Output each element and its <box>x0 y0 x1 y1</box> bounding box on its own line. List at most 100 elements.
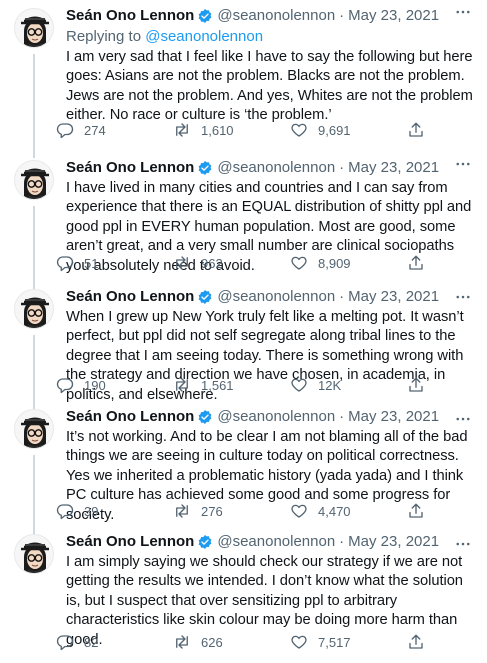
tweet-text: I am very sad that I feel like I have to… <box>66 49 473 124</box>
thread-connector-line <box>33 206 35 291</box>
avatar[interactable] <box>14 160 54 200</box>
tweet-date[interactable]: May 23, 2021 <box>348 6 439 26</box>
retweet-icon <box>173 254 191 272</box>
more-options-icon[interactable] <box>453 154 473 174</box>
heart-icon <box>290 254 308 272</box>
thread-connector-line <box>33 54 35 158</box>
avatar[interactable] <box>14 409 54 449</box>
tweet-left-column <box>12 532 62 663</box>
share-icon <box>407 376 425 394</box>
replying-to: Replying to @seanonolennon <box>66 27 475 47</box>
more-options-icon[interactable] <box>453 534 473 554</box>
tweet[interactable]: Seán Ono Lennon @seanonolennon · May 23,… <box>0 407 487 538</box>
retweet-count: 962 <box>201 255 223 271</box>
like-button[interactable]: 8,909 <box>290 253 390 273</box>
tweet-date[interactable]: May 23, 2021 <box>348 407 439 427</box>
replying-to-handle-link[interactable]: @seanonolennon <box>145 28 263 45</box>
author-handle[interactable]: @seanonolennon <box>217 6 335 26</box>
reply-button[interactable]: 82 <box>56 632 156 652</box>
like-count: 4,470 <box>318 503 351 519</box>
retweet-count: 626 <box>201 634 223 650</box>
avatar[interactable] <box>14 534 54 574</box>
reply-button[interactable]: 190 <box>56 375 156 395</box>
avatar[interactable] <box>14 289 54 329</box>
like-button[interactable]: 7,517 <box>290 632 390 652</box>
share-icon <box>407 121 425 139</box>
tweet-header: Seán Ono Lennon @seanonolennon · May 23,… <box>66 158 475 178</box>
share-button[interactable] <box>407 501 427 521</box>
reply-icon <box>56 254 74 272</box>
tweet[interactable]: Seán Ono Lennon @seanonolennon · May 23,… <box>0 285 487 413</box>
reply-count: 51 <box>84 255 99 271</box>
reply-count: 82 <box>84 634 99 650</box>
share-button[interactable] <box>407 120 427 140</box>
more-options-icon[interactable] <box>453 287 473 307</box>
like-count: 12K <box>318 377 342 393</box>
tweet-date[interactable]: May 23, 2021 <box>348 532 439 552</box>
tweet[interactable]: Seán Ono Lennon @seanonolennon · May 23,… <box>0 0 487 158</box>
author-handle[interactable]: @seanonolennon <box>217 532 335 552</box>
separator-dot: · <box>339 7 345 24</box>
tweet-actions: 190 1,561 12K <box>56 375 427 395</box>
tweet-header: Seán Ono Lennon @seanonolennon · May 23,… <box>66 6 475 26</box>
author-name[interactable]: Seán Ono Lennon <box>66 287 194 307</box>
tweet-header: Seán Ono Lennon @seanonolennon · May 23,… <box>66 407 475 427</box>
separator-dot: · <box>339 288 345 305</box>
like-button[interactable]: 9,691 <box>290 120 390 140</box>
reply-button[interactable]: 274 <box>56 120 156 140</box>
tweet-left-column <box>12 407 62 538</box>
tweet-actions: 82 626 7,517 <box>56 632 427 652</box>
reply-button[interactable]: 51 <box>56 253 156 273</box>
separator-dot: · <box>339 408 345 425</box>
separator-dot: · <box>339 159 345 176</box>
reply-icon <box>56 121 74 139</box>
share-icon <box>407 254 425 272</box>
like-count: 8,909 <box>318 255 351 271</box>
share-button[interactable] <box>407 253 427 273</box>
tweet[interactable]: Seán Ono Lennon @seanonolennon · May 23,… <box>0 532 487 663</box>
share-button[interactable] <box>407 375 427 395</box>
more-options-icon[interactable] <box>453 409 473 429</box>
verified-badge-icon <box>197 160 213 176</box>
thread-connector-line <box>33 335 35 413</box>
heart-icon <box>290 502 308 520</box>
like-button[interactable]: 4,470 <box>290 501 390 521</box>
cartoon-avatar-icon <box>15 290 53 328</box>
retweet-button[interactable]: 276 <box>173 501 273 521</box>
retweet-button[interactable]: 1,610 <box>173 120 273 140</box>
retweet-button[interactable]: 962 <box>173 253 273 273</box>
reply-count: 190 <box>84 377 106 393</box>
retweet-button[interactable]: 1,561 <box>173 375 273 395</box>
share-button[interactable] <box>407 632 427 652</box>
more-options-icon[interactable] <box>453 2 473 22</box>
reply-button[interactable]: 39 <box>56 501 156 521</box>
separator-dot: · <box>339 533 345 550</box>
author-name[interactable]: Seán Ono Lennon <box>66 158 194 178</box>
tweet-actions: 274 1,610 9,691 <box>56 120 427 140</box>
author-handle[interactable]: @seanonolennon <box>217 287 335 307</box>
cartoon-avatar-icon <box>15 9 53 47</box>
author-name[interactable]: Seán Ono Lennon <box>66 407 194 427</box>
tweet-actions: 39 276 4,470 <box>56 501 427 521</box>
author-name[interactable]: Seán Ono Lennon <box>66 6 194 26</box>
like-count: 9,691 <box>318 122 351 138</box>
retweet-button[interactable]: 626 <box>173 632 273 652</box>
replying-to-prefix: Replying to <box>66 28 142 45</box>
author-handle[interactable]: @seanonolennon <box>217 158 335 178</box>
reply-icon <box>56 502 74 520</box>
tweet[interactable]: Seán Ono Lennon @seanonolennon · May 23,… <box>0 152 487 291</box>
like-button[interactable]: 12K <box>290 375 390 395</box>
reply-icon <box>56 376 74 394</box>
tweet-thread: Seán Ono Lennon @seanonolennon · May 23,… <box>0 0 487 663</box>
reply-icon <box>56 633 74 651</box>
heart-icon <box>290 121 308 139</box>
heart-icon <box>290 633 308 651</box>
tweet-left-column <box>12 6 62 158</box>
avatar[interactable] <box>14 8 54 48</box>
author-handle[interactable]: @seanonolennon <box>217 407 335 427</box>
author-name[interactable]: Seán Ono Lennon <box>66 532 194 552</box>
verified-badge-icon <box>197 289 213 305</box>
tweet-date[interactable]: May 23, 2021 <box>348 287 439 307</box>
tweet-date[interactable]: May 23, 2021 <box>348 158 439 178</box>
retweet-icon <box>173 633 191 651</box>
